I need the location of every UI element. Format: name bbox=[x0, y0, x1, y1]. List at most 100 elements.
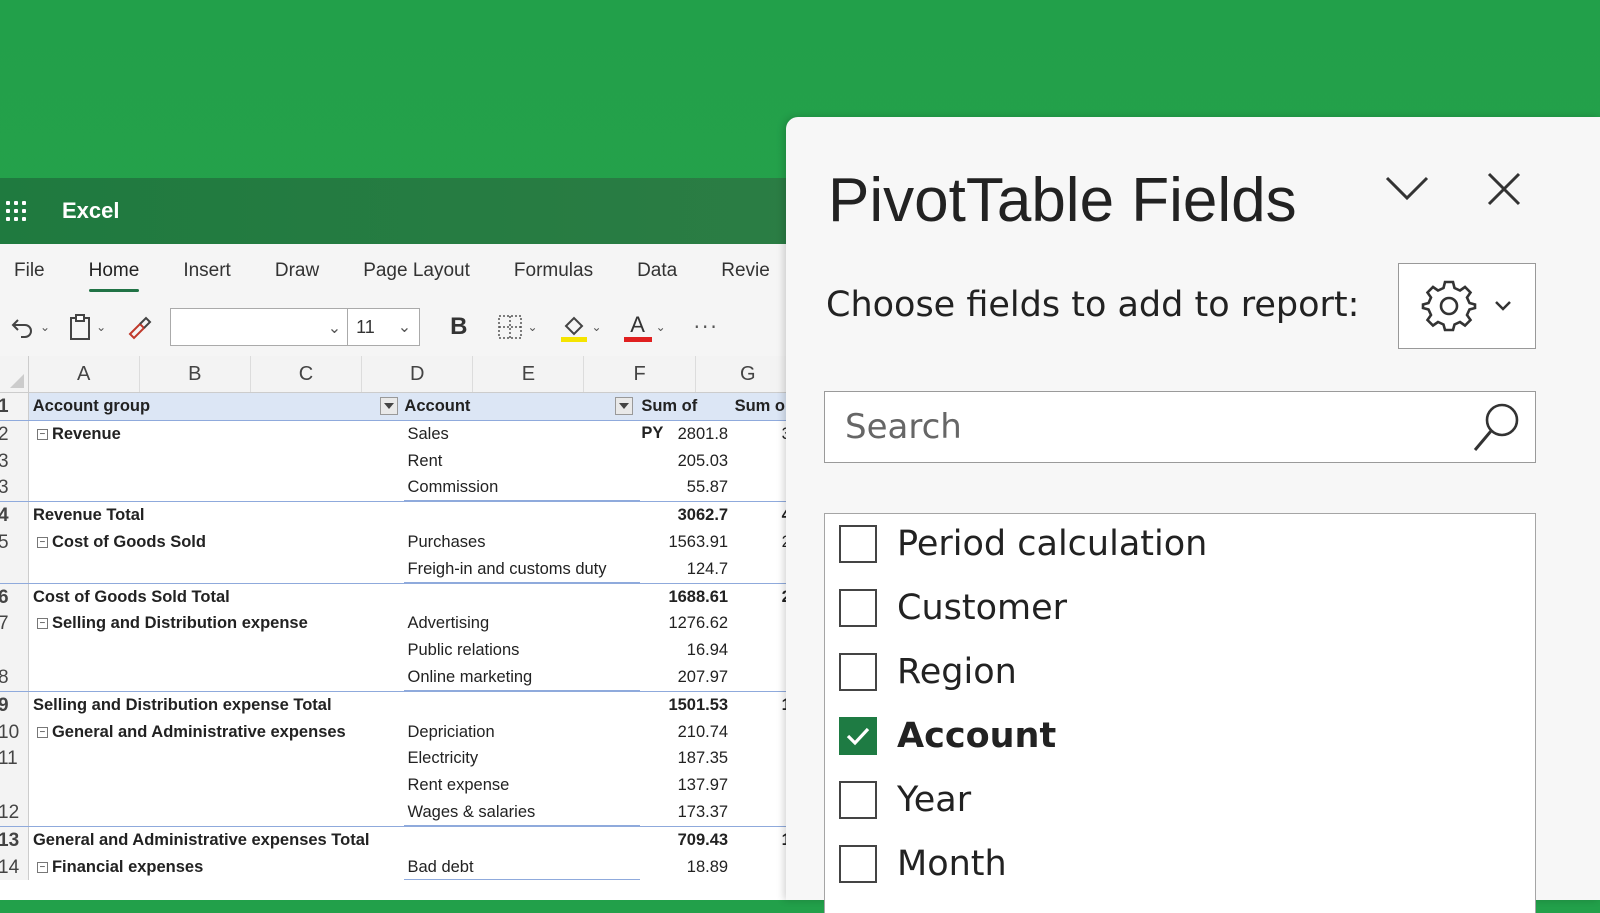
more-options-button[interactable]: ··· bbox=[694, 315, 719, 339]
collapse-icon[interactable]: − bbox=[36, 861, 48, 873]
cell[interactable]: 1501.53 bbox=[640, 692, 734, 719]
column-header[interactable]: D bbox=[362, 356, 474, 392]
app-launcher-icon[interactable] bbox=[6, 199, 30, 223]
field-item[interactable]: Month bbox=[825, 832, 1535, 896]
pane-options-button[interactable] bbox=[1384, 173, 1430, 207]
cell[interactable]: 55.87 bbox=[640, 474, 734, 501]
cell[interactable] bbox=[404, 584, 641, 611]
cell[interactable]: Depriciation bbox=[404, 719, 641, 746]
field-item[interactable]: Region bbox=[825, 640, 1535, 704]
cell[interactable]: 210.74 bbox=[640, 719, 734, 746]
column-header[interactable]: F bbox=[584, 356, 696, 392]
cell[interactable]: Freigh-in and customs duty bbox=[403, 556, 641, 583]
cell[interactable]: 205.03 bbox=[640, 448, 734, 475]
cell[interactable] bbox=[404, 692, 641, 719]
collapse-icon[interactable]: − bbox=[36, 726, 48, 738]
field-item[interactable]: Customer bbox=[825, 576, 1535, 640]
cell[interactable] bbox=[404, 827, 641, 854]
chevron-down-icon[interactable]: ⌄ bbox=[96, 320, 106, 334]
cell[interactable]: Online marketing bbox=[403, 664, 641, 691]
field-item[interactable]: Year bbox=[825, 768, 1535, 832]
cell[interactable]: Public relations bbox=[404, 637, 641, 664]
cell[interactable] bbox=[29, 772, 404, 799]
cell[interactable]: 18.89 bbox=[640, 854, 734, 881]
cell[interactable]: Cost of Goods Sold Total bbox=[29, 584, 404, 611]
tab-data[interactable]: Data bbox=[637, 252, 677, 290]
cell[interactable]: Rent expense bbox=[404, 772, 641, 799]
cell[interactable]: Rent bbox=[404, 448, 641, 475]
cell[interactable] bbox=[29, 799, 404, 826]
cell[interactable]: 2801.8 bbox=[640, 421, 734, 448]
cell[interactable] bbox=[29, 448, 404, 475]
cell[interactable] bbox=[404, 502, 641, 529]
tab-page-layout[interactable]: Page Layout bbox=[363, 252, 470, 290]
cell[interactable] bbox=[29, 637, 404, 664]
field-item[interactable]: Period calculation bbox=[825, 514, 1535, 576]
collapse-icon[interactable]: − bbox=[36, 618, 48, 630]
cell[interactable]: Sum of PY bbox=[635, 393, 728, 442]
cell[interactable]: Commission bbox=[403, 474, 641, 501]
tab-draw[interactable]: Draw bbox=[275, 252, 319, 290]
column-header[interactable]: A bbox=[29, 356, 140, 392]
column-header[interactable]: G bbox=[696, 356, 800, 392]
cell[interactable]: 16.94 bbox=[640, 637, 734, 664]
collapse-icon[interactable]: − bbox=[36, 428, 48, 440]
select-all-corner[interactable] bbox=[0, 356, 29, 392]
cell[interactable]: 3062.7 bbox=[640, 502, 734, 529]
cell[interactable]: 124.7 bbox=[640, 556, 734, 583]
filter-dropdown-icon[interactable] bbox=[380, 397, 399, 415]
tab-home[interactable]: Home bbox=[88, 252, 139, 292]
cell[interactable]: General and Administrative expenses Tota… bbox=[29, 827, 404, 854]
cell[interactable]: Sales bbox=[404, 421, 641, 448]
cell[interactable]: Advertising bbox=[404, 610, 641, 637]
tab-file[interactable]: File bbox=[14, 252, 45, 290]
field-checkbox[interactable] bbox=[839, 525, 877, 563]
cell[interactable]: 709.43 bbox=[640, 827, 734, 854]
chevron-down-icon[interactable]: ⌄ bbox=[592, 320, 602, 334]
cell[interactable]: Electricity bbox=[404, 745, 641, 772]
cell[interactable]: 187.35 bbox=[640, 745, 734, 772]
field-checkbox[interactable] bbox=[839, 845, 877, 883]
field-item[interactable]: Account bbox=[825, 704, 1535, 768]
cell[interactable] bbox=[29, 556, 404, 583]
paste-button[interactable]: ⌄ bbox=[68, 313, 106, 341]
search-icon[interactable] bbox=[1469, 398, 1527, 456]
field-checkbox[interactable] bbox=[839, 781, 877, 819]
column-header[interactable]: E bbox=[473, 356, 585, 392]
field-checkbox[interactable] bbox=[839, 717, 877, 755]
cell[interactable]: Bad debt bbox=[403, 854, 641, 881]
undo-button[interactable]: ⌄ bbox=[10, 314, 50, 340]
cell[interactable]: 1276.62 bbox=[640, 610, 734, 637]
field-checkbox[interactable] bbox=[839, 589, 877, 627]
cell[interactable] bbox=[29, 664, 404, 691]
cell[interactable]: 137.97 bbox=[640, 772, 734, 799]
cell[interactable]: Purchases bbox=[404, 529, 641, 556]
column-header[interactable]: B bbox=[140, 356, 251, 392]
cell[interactable]: Account bbox=[400, 393, 635, 420]
cell[interactable]: − Selling and Distribution expense bbox=[29, 610, 404, 637]
tab-review[interactable]: Revie bbox=[721, 252, 770, 290]
cell[interactable]: Account group bbox=[29, 393, 401, 420]
chevron-down-icon[interactable]: ⌄ bbox=[527, 320, 537, 334]
cell[interactable]: − Cost of Goods Sold bbox=[29, 529, 404, 556]
tab-formulas[interactable]: Formulas bbox=[514, 252, 593, 290]
cell[interactable] bbox=[29, 745, 404, 772]
close-pane-button[interactable] bbox=[1486, 171, 1522, 211]
borders-button[interactable]: ⌄ bbox=[497, 314, 538, 340]
format-painter-button[interactable] bbox=[126, 314, 154, 340]
cell[interactable]: Selling and Distribution expense Total bbox=[29, 692, 404, 719]
font-name-select[interactable]: ⌄ bbox=[170, 308, 349, 346]
bold-button[interactable]: B bbox=[450, 313, 467, 341]
cell[interactable]: Revenue Total bbox=[29, 502, 404, 529]
cell[interactable]: 1688.61 bbox=[640, 584, 734, 611]
tab-insert[interactable]: Insert bbox=[183, 252, 231, 290]
filter-dropdown-icon[interactable] bbox=[615, 397, 634, 415]
cell[interactable]: Wages & salaries bbox=[403, 799, 641, 826]
collapse-icon[interactable]: − bbox=[36, 536, 48, 548]
cell[interactable] bbox=[29, 474, 404, 501]
field-search-input[interactable] bbox=[843, 404, 1447, 450]
chevron-down-icon[interactable]: ⌄ bbox=[40, 320, 50, 334]
cell[interactable]: − Revenue bbox=[29, 421, 404, 448]
font-size-select[interactable]: 11 ⌄ bbox=[348, 308, 421, 346]
field-settings-button[interactable] bbox=[1398, 263, 1536, 349]
